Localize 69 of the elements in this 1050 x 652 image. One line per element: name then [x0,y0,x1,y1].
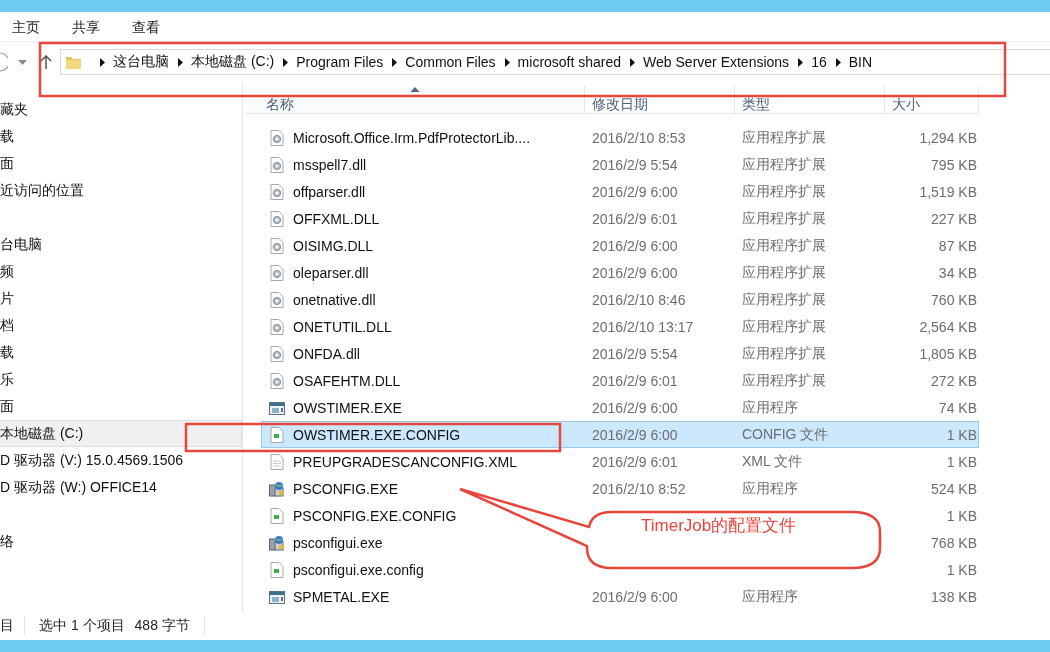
file-type: XML 文件 [742,452,803,471]
file-size: 795 KB [931,156,977,173]
modified-date: 2016/2/10 13:17 [592,318,694,335]
file-name: OSAFEHTM.DLL [293,372,401,389]
file-size: 34 KB [938,264,977,281]
file-name: Microsoft.Office.Irm.PdfProtectorLib.... [293,129,531,146]
file-type: 应用程序扩展 [742,290,826,309]
file-type: 应用程序扩展 [742,182,826,201]
file-name: OWSTIMER.EXE [293,399,402,416]
file-size: 1 KB [946,426,977,443]
file-type: 应用程序扩展 [742,128,826,147]
file-type: CONFIG 文件 [742,425,829,444]
file-name: onetnative.dll [293,291,376,308]
file-size: 1,519 KB [919,183,977,200]
modified-date: 2016/2/10 8:46 [592,291,686,308]
file-name: ONETUTIL.DLL [293,318,392,335]
file-size: 138 KB [931,588,977,605]
file-name: OWSTIMER.EXE.CONFIG [293,426,461,443]
modified-date: 2016/2/9 5:54 [592,345,678,362]
file-type: 应用程序扩展 [742,209,826,228]
file-size: 524 KB [931,480,977,497]
modified-date: 2016/2/9 6:01 [592,210,678,227]
status-text: 488 字节 [134,617,205,635]
modified-date: 2016/2/9 6:00 [592,426,678,443]
file-name: PSCONFIG.EXE [293,480,399,497]
modified-date: 2016/2/9 6:00 [592,264,678,281]
file-type: 应用程序扩展 [742,155,826,174]
file-type: 应用程序 [742,479,798,498]
file-size: 227 KB [931,210,977,227]
file-size: 272 KB [931,372,977,389]
file-name: OISIMG.DLL [293,237,374,254]
status-text: 选中 1 个项目 [39,617,125,635]
modified-date: 2016/2/9 6:00 [592,399,678,416]
file-size: 1,805 KB [919,345,977,362]
file-size: 74 KB [938,399,977,416]
file-size: 1,294 KB [919,129,977,146]
file-type: 应用程序扩展 [742,371,826,390]
modified-date: 2016/2/9 6:01 [592,453,678,470]
file-size: 87 KB [938,237,977,254]
file-size: 1 KB [946,453,977,470]
file-name: OFFXML.DLL [293,210,380,227]
file-size: 1 KB [946,561,977,578]
file-name: psconfigui.exe.config [293,561,424,578]
modified-date: 2016/2/9 6:00 [592,237,678,254]
file-type: 应用程序 [742,587,798,606]
file-name: ONFDA.dll [293,345,360,362]
modified-date: 2016/2/9 6:01 [592,372,678,389]
file-name: oleparser.dll [293,264,369,281]
status-text: 目 [0,617,25,635]
modified-date: 2016/2/9 5:54 [592,156,678,173]
file-size: 1 KB [946,507,977,524]
file-name: PREUPGRADESCANCONFIG.XML [293,453,518,470]
file-name: psconfigui.exe [293,534,383,551]
file-size: 768 KB [931,534,977,551]
file-name: offparser.dll [293,183,366,200]
file-type: 应用程序 [742,398,798,417]
modified-date: 2016/2/10 8:52 [592,480,686,497]
modified-date: 2016/2/10 8:53 [592,129,686,146]
file-type: 应用程序扩展 [742,344,826,363]
file-type: 应用程序扩展 [742,263,826,282]
file-name: PSCONFIG.EXE.CONFIG [293,507,457,524]
file-type: 应用程序扩展 [742,236,826,255]
file-name: SPMETAL.EXE [293,588,390,605]
modified-date: 2016/2/9 6:00 [592,183,678,200]
file-size: 760 KB [931,291,977,308]
file-type: 应用程序扩展 [742,317,826,336]
modified-date: 2016/2/9 6:00 [592,588,678,605]
file-name: msspell7.dll [293,156,367,173]
file-size: 2,564 KB [919,318,977,335]
